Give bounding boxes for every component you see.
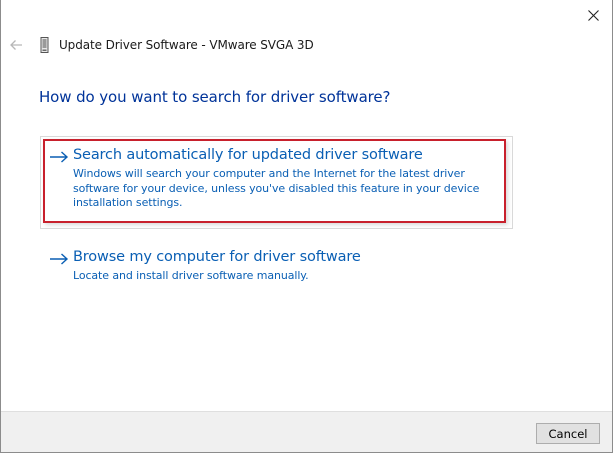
back-button[interactable] [7, 36, 25, 54]
page-heading: How do you want to search for driver sof… [39, 88, 391, 106]
search-automatically-description: Windows will search your computer and th… [73, 167, 480, 209]
cancel-button[interactable]: Cancel [536, 423, 600, 444]
update-driver-dialog: Update Driver Software - VMware SVGA 3D … [0, 0, 613, 453]
dialog-footer: Cancel [1, 411, 612, 452]
device-icon [40, 37, 49, 53]
browse-computer-description: Locate and install driver software manua… [73, 269, 309, 282]
browse-computer-title: Browse my computer for driver software [73, 249, 361, 265]
search-automatically-title: Search automatically for updated driver … [73, 147, 423, 163]
arrow-right-icon [50, 151, 69, 163]
title-bar: Update Driver Software - VMware SVGA 3D [1, 0, 612, 64]
close-button[interactable] [580, 4, 606, 26]
window-title: Update Driver Software - VMware SVGA 3D [59, 38, 314, 52]
arrow-right-icon [50, 253, 69, 265]
back-arrow-icon [10, 40, 22, 50]
close-icon [587, 9, 599, 21]
